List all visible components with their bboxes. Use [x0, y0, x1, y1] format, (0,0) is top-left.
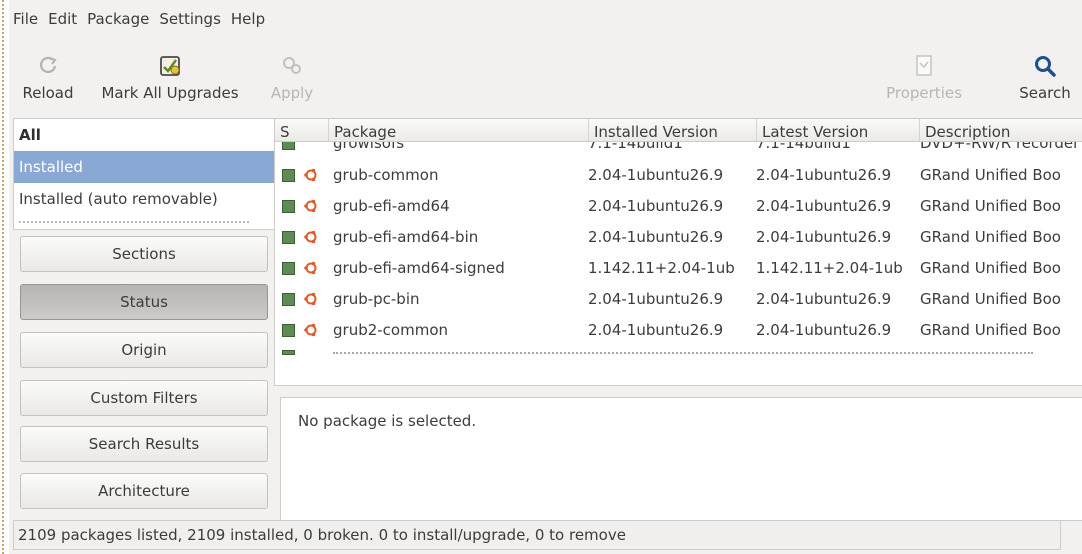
ubuntu-origin-icon [304, 230, 317, 244]
package-name: grub-efi-amd64 [333, 197, 450, 215]
latest-version: 2.04-1ubuntu26.9 [756, 166, 892, 184]
architecture-button[interactable]: Architecture [20, 473, 268, 509]
package-name: grub-common [333, 166, 439, 184]
menu-bar: File Edit Package Settings Help [9, 0, 1082, 38]
status-bar: 2109 packages listed, 2109 installed, 0 … [13, 520, 1061, 550]
filter-list: All Installed Installed (auto removable) [13, 118, 276, 230]
package-name: grub-efi-amd64-signed [333, 259, 505, 277]
origin-button[interactable]: Origin [20, 332, 268, 368]
latest-version: 1.142.11+2.04-1ub [756, 259, 903, 277]
reload-button[interactable]: Reload [13, 52, 83, 102]
table-row[interactable]: grub-efi-amd64-bin 2.04-1ubuntu26.9 2.04-1… [275, 222, 1082, 253]
table-row[interactable]: grub-pc-bin 2.04-1ubuntu26.9 2.04-1ubuntu2… [275, 284, 1082, 315]
mark-upgrades-icon [156, 52, 184, 80]
col-installed-version[interactable]: Installed Version [588, 119, 756, 141]
package-description: GRand Unified Boo [920, 166, 1061, 184]
installed-status-icon [282, 262, 295, 275]
installed-version: 2.04-1ubuntu26.9 [588, 228, 724, 246]
reload-icon [34, 52, 62, 80]
search-icon [1031, 52, 1059, 80]
filter-item-all[interactable]: All [14, 119, 275, 151]
filter-item-auto-removable[interactable]: Installed (auto removable) [14, 183, 275, 215]
properties-button[interactable]: Properties [879, 52, 969, 102]
apply-button[interactable]: Apply [265, 52, 319, 102]
installed-version: 1.142.11+2.04-1ub [588, 259, 735, 277]
col-status[interactable]: S [275, 119, 304, 141]
package-description: GRand Unified Boo [920, 197, 1061, 215]
synaptic-window: File Edit Package Settings Help Reload M… [9, 0, 1082, 554]
ubuntu-origin-icon [304, 261, 317, 275]
installed-version: 2.04-1ubuntu26.9 [588, 290, 724, 308]
mark-all-upgrades-button[interactable]: Mark All Upgrades [89, 52, 251, 102]
menu-help[interactable]: Help [226, 10, 270, 28]
table-row[interactable]: grub-efi-amd64-signed 1.142.11+2.04-1ub 1.… [275, 253, 1082, 284]
ubuntu-origin-icon [304, 168, 317, 182]
mark-all-upgrades-label: Mark All Upgrades [101, 84, 239, 102]
installed-status-icon [282, 231, 295, 244]
filter-item-installed[interactable]: Installed [14, 151, 275, 183]
installed-status-icon [282, 169, 295, 182]
package-description: GRand Unified Boo [920, 228, 1061, 246]
search-label: Search [1019, 84, 1071, 102]
package-table: growisofs 7.1-14build1 7.1-14build1 DVD+… [274, 118, 1082, 386]
search-results-button[interactable]: Search Results [20, 426, 268, 462]
menu-package[interactable]: Package [82, 10, 154, 28]
installed-status-icon [282, 350, 295, 355]
package-details-pane: No package is selected. [280, 397, 1082, 521]
installed-status-icon [282, 293, 295, 306]
package-description: GRand Unified Boo [920, 290, 1061, 308]
latest-version: 2.04-1ubuntu26.9 [756, 321, 892, 339]
table-row-partial-bottom[interactable] [275, 346, 1082, 377]
properties-label: Properties [886, 84, 962, 102]
ubuntu-origin-icon [304, 292, 317, 306]
filter-item-partial[interactable] [14, 221, 275, 229]
ubuntu-origin-icon [304, 199, 317, 213]
package-description: GRand Unified Boo [920, 259, 1061, 277]
menu-edit[interactable]: Edit [43, 10, 82, 28]
ubuntu-origin-icon [304, 323, 317, 337]
col-description[interactable]: Description [919, 119, 1082, 141]
custom-filters-button[interactable]: Custom Filters [20, 380, 268, 416]
installed-version: 2.04-1ubuntu26.9 [588, 197, 724, 215]
package-name: grub2-common [333, 321, 449, 339]
sections-button[interactable]: Sections [20, 236, 268, 272]
apply-label: Apply [270, 84, 314, 102]
installed-version: 2.04-1ubuntu26.9 [588, 321, 724, 339]
col-latest-version[interactable]: Latest Version [756, 119, 919, 141]
menu-settings[interactable]: Settings [154, 10, 226, 28]
col-package[interactable]: Package [328, 119, 588, 141]
apply-icon [278, 52, 306, 80]
installed-status-icon [282, 324, 295, 337]
table-row[interactable]: grub-efi-amd64 2.04-1ubuntu26.9 2.04-1ubun… [275, 191, 1082, 222]
package-name: grub-efi-amd64-bin [333, 228, 479, 246]
search-button[interactable]: Search [1011, 52, 1079, 102]
package-description: GRand Unified Boo [920, 321, 1061, 339]
latest-version: 2.04-1ubuntu26.9 [756, 197, 892, 215]
table-row[interactable]: grub-common 2.04-1ubuntu26.9 2.04-1ubuntu2… [275, 160, 1082, 191]
status-button[interactable]: Status [20, 284, 268, 320]
details-message: No package is selected. [298, 412, 477, 430]
properties-icon [910, 52, 938, 80]
installed-status-icon [282, 200, 295, 213]
table-row[interactable]: grub2-common 2.04-1ubuntu26.9 2.04-1ubuntu… [275, 315, 1082, 346]
package-name: grub-pc-bin [333, 290, 420, 308]
latest-version: 2.04-1ubuntu26.9 [756, 290, 892, 308]
reload-label: Reload [22, 84, 74, 102]
installed-version: 2.04-1ubuntu26.9 [588, 166, 724, 184]
table-header: S Package Installed Version Latest Versi… [275, 119, 1082, 142]
latest-version: 2.04-1ubuntu26.9 [756, 228, 892, 246]
window-edge [0, 0, 4, 554]
menu-file[interactable]: File [9, 10, 43, 28]
